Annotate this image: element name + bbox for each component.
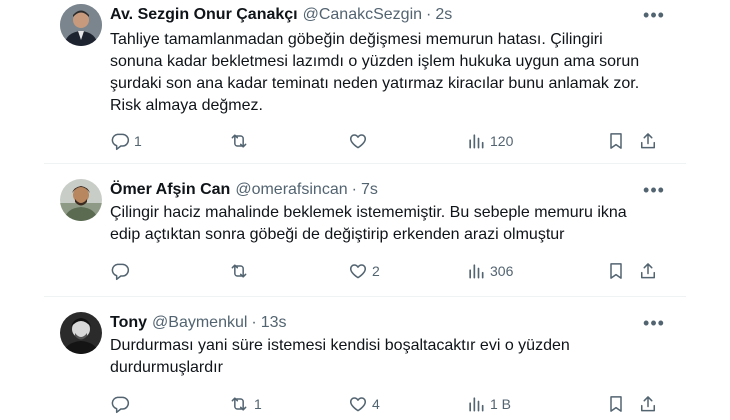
separator-dot: · [351, 181, 357, 198]
views-chart-icon [466, 261, 486, 281]
like-count: 4 [372, 396, 380, 412]
more-options-icon[interactable]: ••• [642, 312, 666, 334]
retweet-icon [228, 261, 250, 281]
tweet-header: Ömer Afşin Can @omerafsincan · 7s [110, 179, 378, 201]
divider [44, 296, 686, 297]
tweet[interactable]: Tony @Baymenkul · 13s ••• Durdurması yan… [44, 312, 686, 418]
view-count: 120 [490, 133, 514, 149]
avatar[interactable] [60, 4, 102, 46]
like-button[interactable]: 4 [348, 393, 380, 415]
like-button[interactable]: 2 [348, 260, 380, 282]
bookmark-icon [606, 131, 626, 151]
reply-button[interactable] [110, 260, 134, 282]
user-handle[interactable]: @omerafsincan [235, 181, 347, 199]
view-count: 1 B [490, 396, 512, 412]
tweet-actions: 1 120 [110, 130, 700, 152]
tweet-text-line: durdurmuşlardır [110, 359, 223, 376]
retweet-button[interactable] [228, 260, 254, 282]
reply-icon [110, 131, 130, 151]
tweet-text-line: Çilingir haciz mahalinde beklemek isteme… [110, 204, 627, 221]
retweet-icon [228, 394, 250, 414]
avatar[interactable] [60, 179, 102, 221]
reply-count: 1 [134, 133, 142, 149]
retweet-count: 1 [254, 396, 262, 412]
reply-button[interactable]: 1 [110, 130, 142, 152]
user-handle[interactable]: @Baymenkul [152, 314, 247, 332]
views-chart-icon [466, 131, 486, 151]
heart-icon [348, 261, 368, 281]
tweet-text-line: edip açtıktan sonra göbeği de değiştirip… [110, 226, 565, 243]
tweet-actions: 2 306 [110, 260, 700, 282]
views-chart-icon [466, 394, 486, 414]
like-button[interactable] [348, 130, 372, 152]
user-handle[interactable]: @CanakcSezgin [303, 6, 422, 24]
retweet-button[interactable]: 1 [228, 393, 262, 415]
share-icon [638, 394, 658, 414]
reply-icon [110, 261, 130, 281]
tweet-text-line: Durdurması yani süre istemesi kendisi bo… [110, 337, 570, 354]
avatar[interactable] [60, 312, 102, 354]
bookmark-button[interactable] [606, 393, 626, 415]
reply-button[interactable] [110, 393, 134, 415]
share-button[interactable] [638, 393, 658, 415]
tweet-text-line: Tahliye tamamlanmadan göbeğin değişmesi … [110, 31, 603, 48]
timestamp[interactable]: 13s [261, 314, 287, 332]
tweet-text-line: şurdaki son ana kadar teminatı neden yat… [110, 75, 640, 92]
bookmark-button[interactable] [606, 260, 626, 282]
share-icon [638, 261, 658, 281]
tweet-text: Çilingir haciz mahalinde beklemek isteme… [110, 202, 710, 246]
tweet-text: Durdurması yani süre istemesi kendisi bo… [110, 335, 710, 379]
tweet-header: Tony @Baymenkul · 13s [110, 312, 287, 334]
separator-dot: · [426, 6, 432, 23]
tweet-text-line: Risk almaya değmez. [110, 97, 263, 114]
bookmark-icon [606, 261, 626, 281]
share-button[interactable] [638, 260, 658, 282]
heart-icon [348, 394, 368, 414]
tweet[interactable]: Ömer Afşin Can @omerafsincan · 7s ••• Çi… [44, 179, 686, 295]
timestamp[interactable]: 2s [435, 6, 452, 24]
view-count: 306 [490, 263, 514, 279]
tweet-text: Tahliye tamamlanmadan göbeğin değişmesi … [110, 29, 710, 117]
views-button[interactable]: 1 B [466, 393, 511, 415]
divider [44, 163, 686, 164]
tweet[interactable]: Av. Sezgin Onur Çanakçı @CanakcSezgin · … [44, 4, 686, 164]
tweet-header: Av. Sezgin Onur Çanakçı @CanakcSezgin · … [110, 4, 452, 26]
display-name[interactable]: Tony [110, 314, 147, 332]
retweet-button[interactable] [228, 130, 254, 152]
timestamp[interactable]: 7s [361, 181, 378, 199]
views-button[interactable]: 120 [466, 130, 513, 152]
tweet-actions: 1 4 1 B [110, 393, 700, 415]
separator-dot: · [251, 314, 257, 331]
display-name[interactable]: Ömer Afşin Can [110, 181, 230, 199]
heart-icon [348, 131, 368, 151]
display-name[interactable]: Av. Sezgin Onur Çanakçı [110, 6, 298, 24]
more-options-icon[interactable]: ••• [642, 4, 666, 26]
retweet-icon [228, 131, 250, 151]
more-options-icon[interactable]: ••• [642, 179, 666, 201]
like-count: 2 [372, 263, 380, 279]
views-button[interactable]: 306 [466, 260, 513, 282]
reply-icon [110, 394, 130, 414]
bookmark-button[interactable] [606, 130, 626, 152]
bookmark-icon [606, 394, 626, 414]
share-button[interactable] [638, 130, 658, 152]
share-icon [638, 131, 658, 151]
tweet-text-line: sonuna kadar bekletmesi lazımdı o yüzden… [110, 53, 640, 70]
